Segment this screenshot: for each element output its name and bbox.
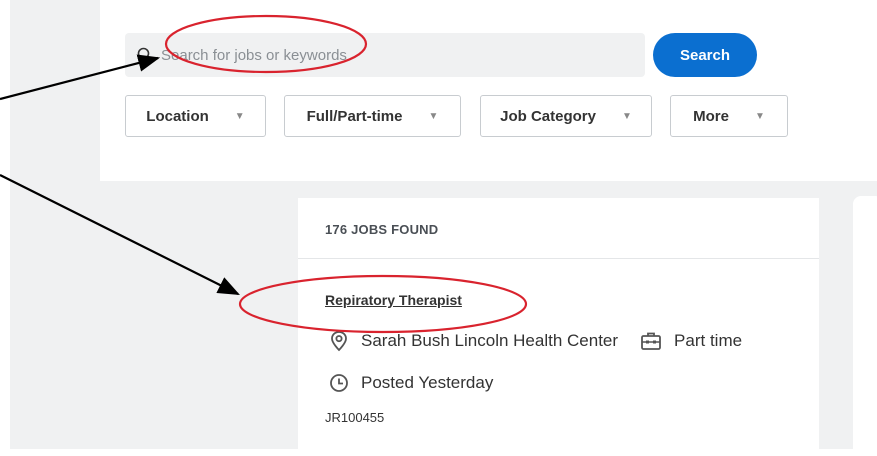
divider <box>298 258 819 259</box>
filter-location[interactable]: Location ▼ <box>125 95 266 137</box>
results-panel: 176 JOBS FOUND Repiratory Therapist Sara… <box>298 198 819 449</box>
job-posted-row: Posted Yesterday <box>329 373 493 393</box>
filter-full-part-time-label: Full/Part-time <box>306 107 403 125</box>
chevron-down-icon: ▼ <box>754 110 765 122</box>
briefcase-icon <box>641 332 661 350</box>
filter-more-label: More <box>693 107 729 125</box>
job-title-link[interactable]: Repiratory Therapist <box>325 292 462 308</box>
filter-full-part-time[interactable]: Full/Part-time ▼ <box>284 95 461 137</box>
job-time-type: Part time <box>674 331 743 350</box>
search-input-container[interactable] <box>125 33 645 77</box>
job-location: Sarah Bush Lincoln Health Center <box>361 331 619 350</box>
location-pin-icon <box>331 331 347 352</box>
filter-location-label: Location <box>146 107 209 125</box>
search-panel <box>100 0 877 181</box>
chevron-down-icon: ▼ <box>621 110 632 122</box>
job-requisition-id: JR100455 <box>325 410 385 425</box>
chevron-down-icon: ▼ <box>428 110 439 122</box>
clock-icon <box>330 374 348 392</box>
search-input[interactable] <box>159 45 603 65</box>
job-posted-date: Posted Yesterday <box>361 373 494 392</box>
job-detail-panel <box>853 196 877 456</box>
search-button[interactable]: Search <box>653 33 757 77</box>
search-icon <box>137 47 153 63</box>
filter-job-category-label: Job Category <box>500 107 596 125</box>
job-meta-row: Sarah Bush Lincoln Health Center Part ti… <box>329 330 742 352</box>
results-count: 176 JOBS FOUND <box>325 222 439 237</box>
chevron-down-icon: ▼ <box>234 110 245 122</box>
filter-job-category[interactable]: Job Category ▼ <box>480 95 652 137</box>
filter-more[interactable]: More ▼ <box>670 95 788 137</box>
